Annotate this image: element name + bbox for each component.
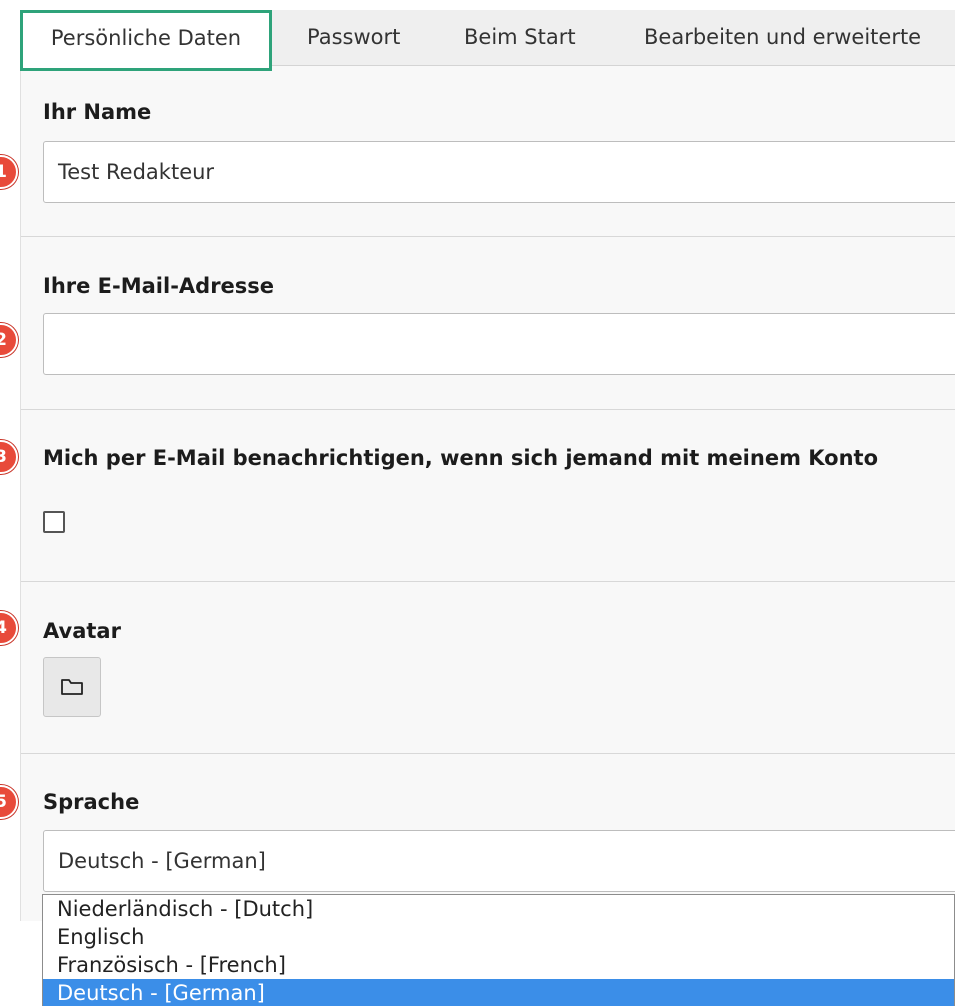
avatar-label: Avatar: [43, 619, 121, 643]
notify-label: Mich per E-Mail benachrichtigen, wenn si…: [43, 446, 879, 470]
section-name: Ihr Name Test Redakteur: [21, 66, 955, 237]
language-option-dutch[interactable]: Niederländisch - [Dutch]: [43, 895, 954, 923]
language-option-french[interactable]: Französisch - [French]: [43, 951, 954, 979]
tab-bar: Persönliche Daten Passwort Beim Start Be…: [20, 10, 955, 71]
name-label: Ihr Name: [43, 100, 152, 124]
form-panel: Ihr Name Test Redakteur Ihre E-Mail-Adre…: [20, 66, 955, 921]
tab-on-start[interactable]: Beim Start: [464, 10, 576, 66]
language-option-german[interactable]: Deutsch - [German]: [43, 979, 954, 1006]
user-settings-view: Persönliche Daten Passwort Beim Start Be…: [0, 0, 955, 1006]
section-avatar: Avatar: [21, 583, 955, 754]
tab-personal-data[interactable]: Persönliche Daten: [20, 10, 272, 71]
marker-3: 3: [0, 440, 18, 474]
notify-checkbox[interactable]: [43, 511, 65, 533]
language-option-english[interactable]: Englisch: [43, 923, 954, 951]
email-label: Ihre E-Mail-Adresse: [43, 274, 275, 298]
language-select[interactable]: Deutsch - [German]: [43, 830, 955, 892]
name-input[interactable]: Test Redakteur: [43, 141, 955, 203]
section-notify: Mich per E-Mail benachrichtigen, wenn si…: [21, 411, 955, 582]
language-label: Sprache: [43, 790, 140, 814]
marker-4: 4: [0, 611, 18, 645]
folder-icon: [61, 679, 83, 695]
section-email: Ihre E-Mail-Adresse: [21, 238, 955, 410]
marker-2: 2: [0, 323, 18, 357]
marker-5: 5: [0, 785, 18, 819]
language-dropdown-list: Niederländisch - [Dutch] Englisch Franzö…: [42, 894, 955, 1006]
tab-password[interactable]: Passwort: [307, 10, 400, 66]
marker-1: 1: [0, 155, 18, 189]
email-input[interactable]: [43, 313, 955, 375]
avatar-select-button[interactable]: [43, 657, 101, 717]
tab-editing-advanced[interactable]: Bearbeiten und erweiterte: [644, 10, 921, 66]
